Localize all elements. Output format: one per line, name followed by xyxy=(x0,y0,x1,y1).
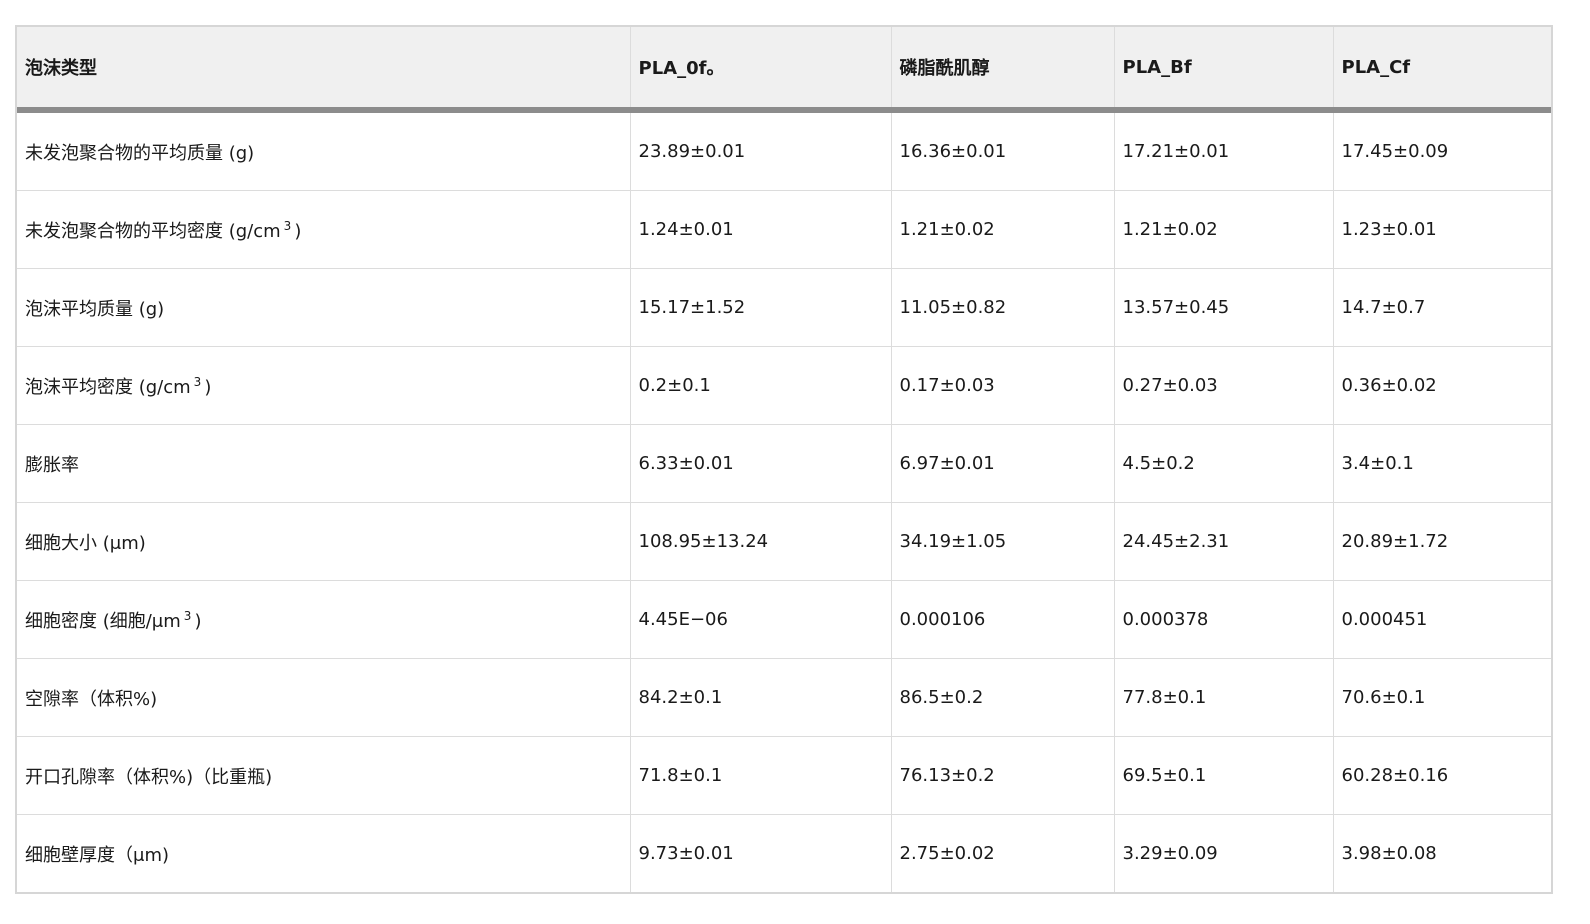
table-cell: 76.13±0.2 xyxy=(890,736,1114,815)
row-label-text: 空隙率（体积%) xyxy=(25,688,158,710)
row-label: 膨胀率 xyxy=(17,424,630,503)
header-phosphatidylinositol: 磷脂酰肌醇 xyxy=(890,27,1114,113)
table-cell: 14.7±0.7 xyxy=(1332,268,1551,347)
table-row: 空隙率（体积%) 84.2±0.1 86.5±0.2 77.8±0.1 70.6±0.1 xyxy=(17,658,1551,737)
row-label: 开口孔隙率（体积%)（比重瓶) xyxy=(17,736,630,815)
row-label: 泡沫平均质量 (g) xyxy=(17,268,630,347)
row-label-superscript: 3 xyxy=(283,218,292,233)
row-label-text: 细胞壁厚度（μm) xyxy=(25,844,170,866)
table-cell: 3.29±0.09 xyxy=(1113,814,1333,892)
table-cell: 70.6±0.1 xyxy=(1332,658,1551,737)
row-label: 空隙率（体积%) xyxy=(17,658,630,737)
table-cell: 1.21±0.02 xyxy=(1113,190,1333,269)
table-row: 未发泡聚合物的平均质量 (g) 23.89±0.01 16.36±0.01 17.21… xyxy=(17,110,1551,191)
row-label-suffix: ) xyxy=(194,610,202,632)
row-label: 细胞密度 (细胞/μm 3) xyxy=(17,580,630,659)
table-cell: 1.24±0.01 xyxy=(629,190,891,269)
row-label-text: 细胞大小 (μm) xyxy=(25,532,146,554)
table-cell: 60.28±0.16 xyxy=(1332,736,1551,815)
row-label-text: 未发泡聚合物的平均质量 (g) xyxy=(25,142,255,164)
table-cell: 108.95±13.24 xyxy=(629,502,891,581)
table-row: 细胞大小 (μm) 108.95±13.24 34.19±1.05 24.45±2.3… xyxy=(17,502,1551,581)
table-cell: 6.97±0.01 xyxy=(890,424,1114,503)
table-cell: 17.45±0.09 xyxy=(1332,110,1551,191)
table-row: 开口孔隙率（体积%)（比重瓶) 71.8±0.1 76.13±0.2 69.5±0.1… xyxy=(17,736,1551,815)
header-pla-cf: PLA_Cf xyxy=(1332,27,1551,113)
table-row: 膨胀率 6.33±0.01 6.97±0.01 4.5±0.2 3.4±0.1 xyxy=(17,424,1551,503)
row-label-text: 未发泡聚合物的平均密度 (g/cm xyxy=(25,220,281,242)
table-cell: 69.5±0.1 xyxy=(1113,736,1333,815)
table-cell: 1.23±0.01 xyxy=(1332,190,1551,269)
table-row: 泡沫平均密度 (g/cm 3) 0.2±0.1 0.17±0.03 0.27±0.03 0… xyxy=(17,346,1551,425)
header-pla-bf: PLA_Bf xyxy=(1113,27,1333,113)
table-row: 细胞密度 (细胞/μm 3) 4.45E−06 0.000106 0.000378 0.0… xyxy=(17,580,1551,659)
table-cell: 0.36±0.02 xyxy=(1332,346,1551,425)
table-cell: 23.89±0.01 xyxy=(629,110,891,191)
row-label-text: 泡沫平均质量 (g) xyxy=(25,298,165,320)
row-label-superscript: 3 xyxy=(193,374,202,389)
row-label-suffix: ) xyxy=(294,220,302,242)
table-cell: 9.73±0.01 xyxy=(629,814,891,892)
table-row: 细胞壁厚度（μm) 9.73±0.01 2.75±0.02 3.29±0.09 3.98… xyxy=(17,814,1551,892)
table-cell: 2.75±0.02 xyxy=(890,814,1114,892)
header-pla-0f: PLA_0f。 xyxy=(629,27,891,113)
row-label-text: 开口孔隙率（体积%)（比重瓶) xyxy=(25,766,273,788)
row-label: 细胞壁厚度（μm) xyxy=(17,814,630,892)
row-label: 未发泡聚合物的平均质量 (g) xyxy=(17,110,630,191)
row-label: 未发泡聚合物的平均密度 (g/cm 3) xyxy=(17,190,630,269)
table-cell: 84.2±0.1 xyxy=(629,658,891,737)
table-cell: 86.5±0.2 xyxy=(890,658,1114,737)
table-body: 未发泡聚合物的平均质量 (g) 23.89±0.01 16.36±0.01 17.21… xyxy=(17,110,1551,892)
table-cell: 20.89±1.72 xyxy=(1332,502,1551,581)
foam-properties-table: 泡沫类型 PLA_0f。 磷脂酰肌醇 PLA_Bf PLA_Cf 未发泡聚合物的… xyxy=(17,27,1551,892)
table-cell: 0.000378 xyxy=(1113,580,1333,659)
row-label-superscript: 3 xyxy=(183,608,192,623)
row-label-text: 膨胀率 xyxy=(25,454,79,476)
data-table-container: 泡沫类型 PLA_0f。 磷脂酰肌醇 PLA_Bf PLA_Cf 未发泡聚合物的… xyxy=(15,25,1553,894)
row-label-text: 泡沫平均密度 (g/cm xyxy=(25,376,191,398)
table-cell: 0.17±0.03 xyxy=(890,346,1114,425)
table-cell: 71.8±0.1 xyxy=(629,736,891,815)
table-cell: 6.33±0.01 xyxy=(629,424,891,503)
table-cell: 3.4±0.1 xyxy=(1332,424,1551,503)
table-cell: 17.21±0.01 xyxy=(1113,110,1333,191)
table-cell: 16.36±0.01 xyxy=(890,110,1114,191)
table-cell: 0.000451 xyxy=(1332,580,1551,659)
row-label: 细胞大小 (μm) xyxy=(17,502,630,581)
row-label-text: 细胞密度 (细胞/μm xyxy=(25,610,181,632)
table-cell: 4.45E−06 xyxy=(629,580,891,659)
table-cell: 15.17±1.52 xyxy=(629,268,891,347)
header-row: 泡沫类型 PLA_0f。 磷脂酰肌醇 PLA_Bf PLA_Cf xyxy=(17,27,1551,113)
table-header: 泡沫类型 PLA_0f。 磷脂酰肌醇 PLA_Bf PLA_Cf xyxy=(17,27,1551,113)
table-cell: 77.8±0.1 xyxy=(1113,658,1333,737)
table-cell: 24.45±2.31 xyxy=(1113,502,1333,581)
table-row: 未发泡聚合物的平均密度 (g/cm 3) 1.24±0.01 1.21±0.02 1.2… xyxy=(17,190,1551,269)
row-label-suffix: ) xyxy=(204,376,212,398)
table-cell: 4.5±0.2 xyxy=(1113,424,1333,503)
table-cell: 0.27±0.03 xyxy=(1113,346,1333,425)
row-label: 泡沫平均密度 (g/cm 3) xyxy=(17,346,630,425)
table-cell: 34.19±1.05 xyxy=(890,502,1114,581)
table-row: 泡沫平均质量 (g) 15.17±1.52 11.05±0.82 13.57±0.45… xyxy=(17,268,1551,347)
table-cell: 1.21±0.02 xyxy=(890,190,1114,269)
table-cell: 0.000106 xyxy=(890,580,1114,659)
table-cell: 13.57±0.45 xyxy=(1113,268,1333,347)
header-foam-type: 泡沫类型 xyxy=(17,27,630,113)
table-cell: 11.05±0.82 xyxy=(890,268,1114,347)
table-cell: 3.98±0.08 xyxy=(1332,814,1551,892)
table-cell: 0.2±0.1 xyxy=(629,346,891,425)
